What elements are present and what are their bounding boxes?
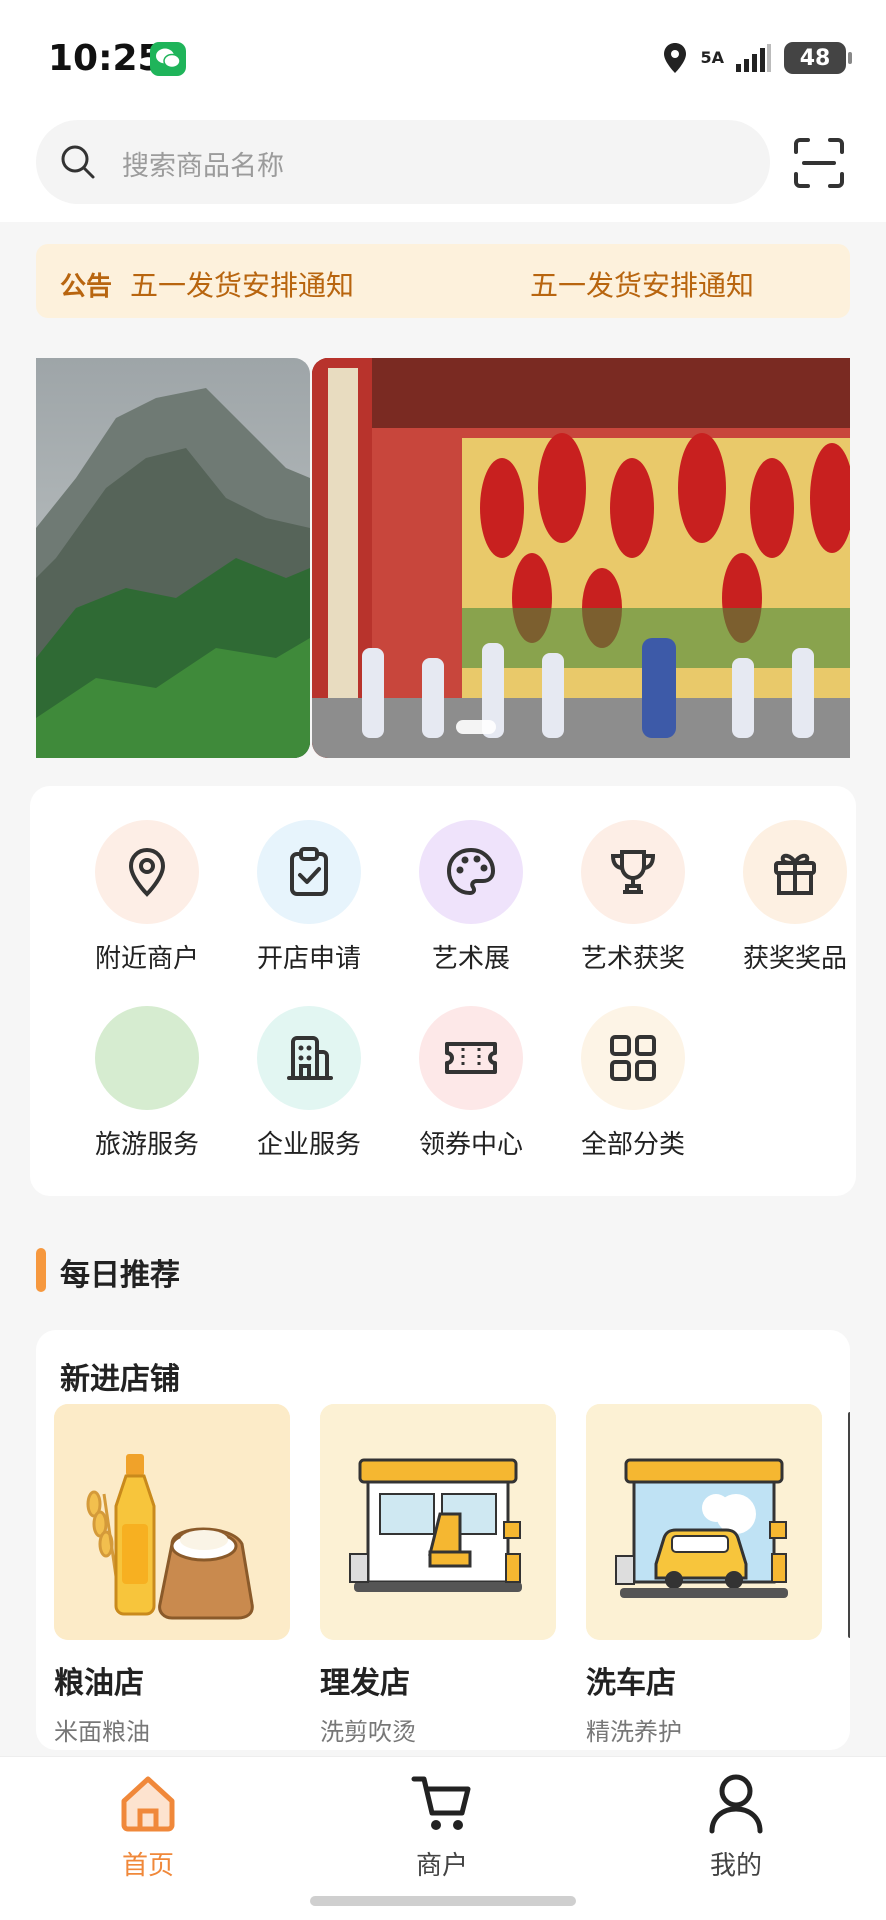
status-bar: 10:25 5A 48 bbox=[0, 0, 886, 110]
location-pin-icon bbox=[95, 820, 199, 924]
category-grid: 附近商户 开店申请 艺术展 艺术获奖 获奖奖品 旅游服务 企业服务 领券中心 全… bbox=[30, 786, 856, 1196]
grain-oil-icon bbox=[54, 1404, 290, 1640]
battery-indicator: 48 bbox=[784, 42, 852, 74]
barber-shop-icon bbox=[320, 1404, 556, 1640]
signal-icon bbox=[736, 44, 771, 72]
category-award-prizes[interactable]: 获奖奖品 bbox=[720, 820, 870, 980]
trophy-icon bbox=[581, 820, 685, 924]
clipboard-check-icon bbox=[257, 820, 361, 924]
shop-name: 理发店 bbox=[320, 1666, 410, 1701]
shop-card-barber[interactable]: 理发店 洗剪吹烫 bbox=[320, 1404, 556, 1747]
shop-name: 洗车店 bbox=[586, 1666, 676, 1701]
banner-performance-image bbox=[312, 358, 850, 758]
search-placeholder: 搜索商品名称 bbox=[122, 151, 284, 182]
status-time: 10:25 bbox=[48, 38, 163, 79]
tab-home[interactable]: 首页 bbox=[78, 1771, 218, 1882]
shop-card-car-wash[interactable]: 洗车店 精洗养护 bbox=[586, 1404, 822, 1747]
wechat-notification-icon bbox=[150, 42, 186, 76]
category-travel-services[interactable]: 旅游服务 bbox=[72, 1006, 222, 1166]
new-shops-title: 新进店铺 bbox=[60, 1362, 180, 1397]
category-label: 领券中心 bbox=[418, 1130, 523, 1160]
palette-icon bbox=[419, 820, 523, 924]
search-input[interactable]: 搜索商品名称 bbox=[36, 120, 770, 204]
travel-icon bbox=[95, 1006, 199, 1110]
banner-carousel[interactable] bbox=[36, 358, 850, 758]
new-shops-card: 新进店铺 粮油店 米面粮油 理发店 洗剪吹烫 洗车店 精洗养护 bbox=[36, 1330, 850, 1750]
network-type: 5A bbox=[700, 48, 724, 67]
scan-icon[interactable] bbox=[792, 136, 846, 190]
notice-text: 五一发货安排通知 bbox=[130, 269, 355, 302]
cart-icon bbox=[411, 1776, 471, 1830]
category-label: 艺术展 bbox=[431, 944, 510, 974]
shop-desc: 洗剪吹烫 bbox=[320, 1718, 416, 1746]
search-header: 搜索商品名称 bbox=[0, 110, 886, 222]
car-wash-icon bbox=[586, 1404, 822, 1640]
tab-label: 我的 bbox=[709, 1851, 762, 1881]
notice-bar[interactable]: 公告 五一发货安排通知 五一发货安排通知 bbox=[36, 244, 850, 318]
category-label: 艺术获奖 bbox=[580, 944, 685, 974]
category-art-exhibition[interactable]: 艺术展 bbox=[396, 820, 546, 980]
user-icon bbox=[709, 1774, 763, 1834]
gift-icon bbox=[743, 820, 847, 924]
shop-card-grain-oil[interactable]: 粮油店 米面粮油 bbox=[54, 1404, 290, 1747]
notice-text: 五一发货安排通知 bbox=[530, 269, 755, 302]
tab-label: 首页 bbox=[121, 1851, 174, 1881]
next-shop-card-edge bbox=[848, 1412, 850, 1638]
banner-mountain-image bbox=[36, 358, 310, 758]
shop-desc: 米面粮油 bbox=[54, 1718, 150, 1746]
category-art-awards[interactable]: 艺术获奖 bbox=[558, 820, 708, 980]
category-label: 开店申请 bbox=[256, 944, 361, 974]
category-label: 旅游服务 bbox=[94, 1130, 199, 1160]
carousel-indicator bbox=[456, 720, 496, 734]
notice-tag: 公告 bbox=[60, 272, 113, 302]
section-accent-bar bbox=[36, 1248, 46, 1292]
tab-label: 商户 bbox=[415, 1851, 468, 1881]
status-right-group: 5A 48 bbox=[662, 38, 852, 78]
category-open-store[interactable]: 开店申请 bbox=[234, 820, 384, 980]
category-label: 附近商户 bbox=[94, 944, 199, 974]
category-label: 获奖奖品 bbox=[742, 944, 847, 974]
home-indicator[interactable] bbox=[310, 1896, 576, 1906]
shop-name: 粮油店 bbox=[54, 1666, 144, 1701]
category-all[interactable]: 全部分类 bbox=[558, 1006, 708, 1166]
building-icon bbox=[257, 1006, 361, 1110]
location-status-icon bbox=[664, 43, 687, 73]
category-coupon-center[interactable]: 领券中心 bbox=[396, 1006, 546, 1166]
grid-icon bbox=[581, 1006, 685, 1110]
tab-profile[interactable]: 我的 bbox=[666, 1771, 806, 1882]
shop-desc: 精洗养护 bbox=[586, 1718, 682, 1746]
home-icon bbox=[121, 1776, 175, 1832]
section-title: 每日推荐 bbox=[60, 1258, 180, 1293]
category-label: 企业服务 bbox=[256, 1130, 361, 1160]
tab-merchants[interactable]: 商户 bbox=[372, 1771, 512, 1882]
ticket-icon bbox=[419, 1006, 523, 1110]
category-nearby-merchants[interactable]: 附近商户 bbox=[72, 820, 222, 980]
category-enterprise-services[interactable]: 企业服务 bbox=[234, 1006, 384, 1166]
search-icon bbox=[61, 145, 95, 179]
category-label: 全部分类 bbox=[580, 1130, 685, 1160]
